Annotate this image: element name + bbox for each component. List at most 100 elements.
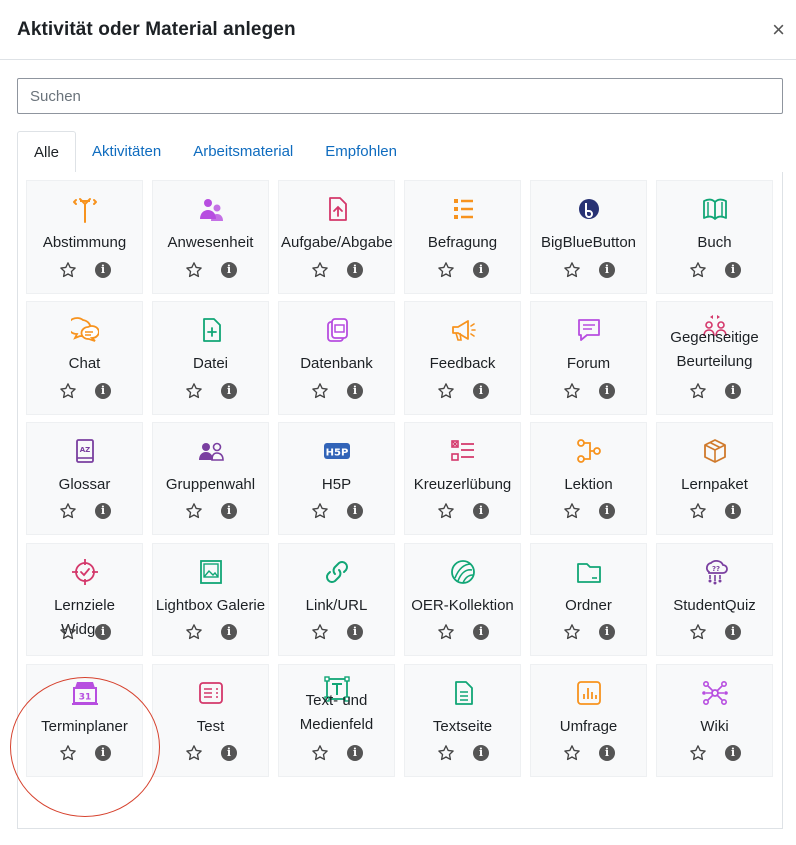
star-icon[interactable] xyxy=(59,744,77,762)
activity-tile-studentquiz[interactable]: ?? StudentQuiz i xyxy=(656,543,773,656)
info-icon[interactable]: i xyxy=(599,624,615,640)
search-input[interactable] xyxy=(17,78,783,114)
info-icon[interactable]: i xyxy=(347,503,363,519)
activity-tile-gruppenwahl[interactable]: Gruppenwahl i xyxy=(152,422,269,535)
activity-tile-oer-kollektion[interactable]: OER-Kollektion i xyxy=(404,543,521,656)
star-icon[interactable] xyxy=(311,382,329,400)
tab-arbeitsmaterial[interactable]: Arbeitsmaterial xyxy=(177,131,309,171)
star-icon[interactable] xyxy=(437,502,455,520)
star-icon[interactable] xyxy=(689,623,707,641)
activity-tile-h5p[interactable]: H5P H5P i xyxy=(278,422,395,535)
info-icon[interactable]: i xyxy=(599,503,615,519)
activity-tile-lektion[interactable]: Lektion i xyxy=(530,422,647,535)
info-icon[interactable]: i xyxy=(221,262,237,278)
activity-tile-buch[interactable]: Buch i xyxy=(656,180,773,294)
star-icon[interactable] xyxy=(437,382,455,400)
info-icon[interactable]: i xyxy=(95,745,111,761)
star-icon[interactable] xyxy=(185,382,203,400)
star-icon[interactable] xyxy=(185,261,203,279)
star-icon[interactable] xyxy=(59,623,77,641)
star-icon[interactable] xyxy=(689,744,707,762)
activity-tile-datenbank[interactable]: Datenbank i xyxy=(278,301,395,415)
star-icon[interactable] xyxy=(689,502,707,520)
info-icon[interactable]: i xyxy=(725,383,741,399)
activity-tile-kreuzerlübung[interactable]: Kreuzerlübung i xyxy=(404,422,521,535)
info-icon[interactable]: i xyxy=(221,503,237,519)
info-icon[interactable]: i xyxy=(473,262,489,278)
activity-tile-test[interactable]: Test i xyxy=(152,664,269,777)
activity-label: Anwesenheit xyxy=(167,234,254,251)
info-icon[interactable]: i xyxy=(221,383,237,399)
info-icon[interactable]: i xyxy=(221,624,237,640)
star-icon[interactable] xyxy=(437,744,455,762)
info-icon[interactable]: i xyxy=(725,503,741,519)
star-icon[interactable] xyxy=(185,744,203,762)
modal-header: Aktivität oder Material anlegen × xyxy=(0,0,796,60)
tab-empfohlen[interactable]: Empfohlen xyxy=(309,131,413,171)
activity-tile-datei[interactable]: Datei i xyxy=(152,301,269,415)
activity-tile-umfrage[interactable]: Umfrage i xyxy=(530,664,647,777)
info-icon[interactable]: i xyxy=(725,262,741,278)
star-icon[interactable] xyxy=(311,502,329,520)
info-icon[interactable]: i xyxy=(95,262,111,278)
info-icon[interactable]: i xyxy=(347,383,363,399)
target-icon xyxy=(27,558,142,586)
info-icon[interactable]: i xyxy=(725,745,741,761)
star-icon[interactable] xyxy=(437,261,455,279)
star-icon[interactable] xyxy=(59,261,77,279)
activity-tile-feedback[interactable]: Feedback i xyxy=(404,301,521,415)
star-icon[interactable] xyxy=(563,502,581,520)
activity-tile-textseite[interactable]: Textseite i xyxy=(404,664,521,777)
star-icon[interactable] xyxy=(185,623,203,641)
info-icon[interactable]: i xyxy=(347,624,363,640)
info-icon[interactable]: i xyxy=(347,745,363,761)
info-icon[interactable]: i xyxy=(473,745,489,761)
activity-tile-link-url[interactable]: Link/URL i xyxy=(278,543,395,656)
info-icon[interactable]: i xyxy=(95,383,111,399)
star-icon[interactable] xyxy=(311,744,329,762)
activity-tile-terminplaner[interactable]: 31 Terminplaner i xyxy=(26,664,143,777)
tab-alle[interactable]: Alle xyxy=(17,131,77,173)
activity-tile-lernziele-widget[interactable]: Lernziele Widget i xyxy=(26,543,143,656)
activity-tile-befragung[interactable]: Befragung i xyxy=(404,180,521,294)
close-button[interactable]: × xyxy=(772,18,785,41)
info-icon[interactable]: i xyxy=(221,745,237,761)
star-icon[interactable] xyxy=(437,623,455,641)
info-icon[interactable]: i xyxy=(599,745,615,761)
star-icon[interactable] xyxy=(185,502,203,520)
activity-tile-chat[interactable]: Chat i xyxy=(26,301,143,415)
activity-tile-wiki[interactable]: Wiki i xyxy=(656,664,773,777)
activity-tile-forum[interactable]: Forum i xyxy=(530,301,647,415)
activity-tile-gegenseitige-beurteilung[interactable]: Gegenseitige Beurteilung i xyxy=(656,301,773,415)
info-icon[interactable]: i xyxy=(725,624,741,640)
star-icon[interactable] xyxy=(689,382,707,400)
activity-tile-abstimmung[interactable]: Abstimmung i xyxy=(26,180,143,294)
activity-tile-ordner[interactable]: Ordner i xyxy=(530,543,647,656)
star-icon[interactable] xyxy=(689,261,707,279)
tab-aktivitaeten[interactable]: Aktivitäten xyxy=(76,131,177,171)
activity-tile-aufgabe-abgabe[interactable]: Aufgabe/Abgabe i xyxy=(278,180,395,294)
star-icon[interactable] xyxy=(563,261,581,279)
star-icon[interactable] xyxy=(311,623,329,641)
star-icon[interactable] xyxy=(563,382,581,400)
page-icon xyxy=(405,679,520,707)
activity-tile-bigbluebutton[interactable]: BigBlueButton i xyxy=(530,180,647,294)
star-icon[interactable] xyxy=(563,623,581,641)
info-icon[interactable]: i xyxy=(95,624,111,640)
activity-tile-text-und-medienfeld[interactable]: Text- und Medienfeld i xyxy=(278,664,395,777)
info-icon[interactable]: i xyxy=(473,383,489,399)
activity-tile-lernpaket[interactable]: Lernpaket i xyxy=(656,422,773,535)
info-icon[interactable]: i xyxy=(599,262,615,278)
info-icon[interactable]: i xyxy=(473,503,489,519)
star-icon[interactable] xyxy=(311,261,329,279)
activity-tile-glossar[interactable]: AZ Glossar i xyxy=(26,422,143,535)
info-icon[interactable]: i xyxy=(347,262,363,278)
info-icon[interactable]: i xyxy=(473,624,489,640)
info-icon[interactable]: i xyxy=(599,383,615,399)
star-icon[interactable] xyxy=(59,502,77,520)
activity-tile-lightbox-galerie[interactable]: Lightbox Galerie i xyxy=(152,543,269,656)
info-icon[interactable]: i xyxy=(95,503,111,519)
star-icon[interactable] xyxy=(563,744,581,762)
activity-tile-anwesenheit[interactable]: Anwesenheit i xyxy=(152,180,269,294)
star-icon[interactable] xyxy=(59,382,77,400)
